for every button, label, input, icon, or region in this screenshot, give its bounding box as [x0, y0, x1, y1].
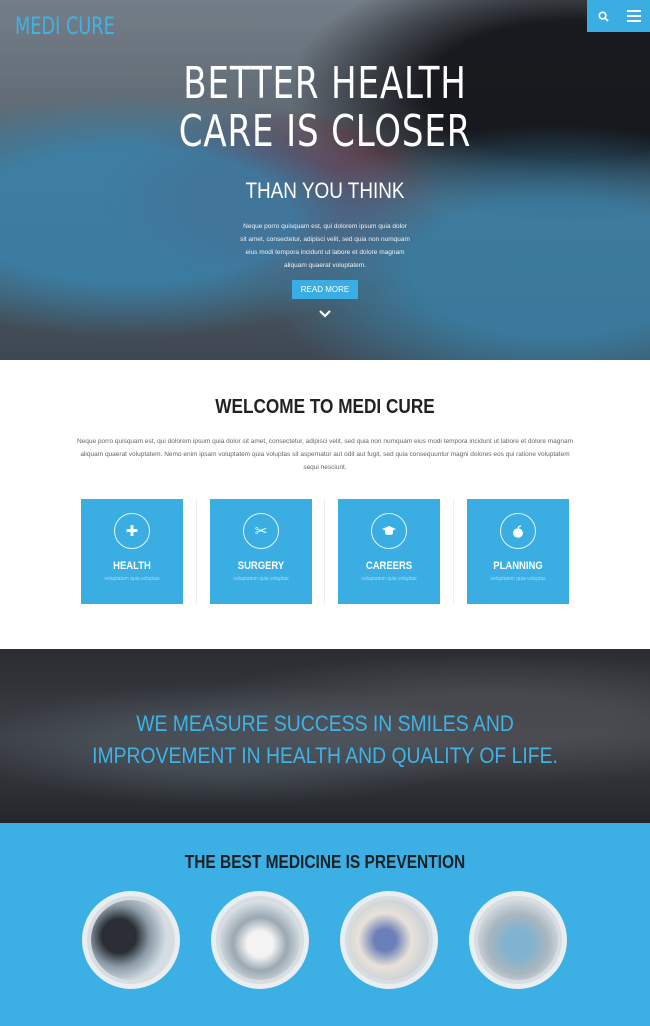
chevron-down-icon[interactable]	[0, 307, 650, 321]
quote-text: WE MEASURE SUCCESS IN SMILES AND IMPROVE…	[92, 711, 558, 768]
site-logo[interactable]: MEDI CURE	[15, 12, 115, 40]
gallery-image[interactable]	[469, 891, 567, 989]
read-more-button[interactable]: READ MORE	[291, 280, 359, 299]
card-title: SURGERY	[237, 560, 285, 572]
service-card-planning[interactable]: PLANNING voluptatem quia voluptas	[467, 499, 569, 604]
gallery-image[interactable]	[211, 891, 309, 989]
hero-section: MEDI CURE BETTER HEALTH CARE IS CLOSER T…	[0, 0, 650, 360]
prevention-section: THE BEST MEDICINE IS PREVENTION	[0, 823, 650, 1026]
hero-subtitle: THAN YOU THINK	[245, 178, 405, 203]
search-icon	[597, 10, 609, 22]
hero-text: Neque porro quisquam est, qui dolorem ip…	[240, 223, 410, 269]
card-title: PLANNING	[493, 560, 543, 572]
card-subtitle: voluptatem quia voluptas	[104, 576, 160, 582]
gallery-image[interactable]	[82, 891, 180, 989]
quote-section: WE MEASURE SUCCESS IN SMILES AND IMPROVE…	[0, 649, 650, 823]
card-divider	[196, 499, 197, 604]
hero-title: BETTER HEALTH CARE IS CLOSER	[46, 60, 605, 156]
gallery-image[interactable]	[340, 891, 438, 989]
hero-title-line1: BETTER HEALTH	[183, 58, 467, 109]
plus-icon: ✚	[114, 513, 150, 549]
service-card-careers[interactable]: CAREERS voluptatem quia voluptas	[338, 499, 440, 604]
welcome-title: WELCOME TO MEDI CURE	[215, 396, 435, 418]
card-subtitle: voluptatem quia voluptas	[361, 576, 417, 582]
apple-icon	[500, 513, 536, 549]
scissors-icon: ✂	[243, 513, 279, 549]
prevention-title: THE BEST MEDICINE IS PREVENTION	[184, 852, 466, 872]
card-divider	[453, 499, 454, 604]
menu-button[interactable]	[618, 0, 650, 32]
search-button[interactable]	[587, 0, 619, 32]
service-card-health[interactable]: ✚ HEALTH voluptatem quia voluptas	[81, 499, 183, 604]
card-title: CAREERS	[365, 560, 413, 572]
service-card-surgery[interactable]: ✂ SURGERY voluptatem quia voluptas	[210, 499, 312, 604]
card-divider	[324, 499, 325, 604]
card-subtitle: voluptatem quia voluptas	[490, 576, 546, 582]
graduation-cap-icon	[371, 513, 407, 549]
hamburger-menu-icon	[627, 7, 641, 25]
hero-title-line2: CARE IS CLOSER	[178, 106, 472, 157]
card-subtitle: voluptatem quia voluptas	[233, 576, 289, 582]
welcome-text: Neque porro quisquam est, qui dolorem ip…	[76, 438, 574, 471]
hero-content: BETTER HEALTH CARE IS CLOSER THAN YOU TH…	[0, 60, 650, 321]
card-title: HEALTH	[113, 560, 151, 572]
